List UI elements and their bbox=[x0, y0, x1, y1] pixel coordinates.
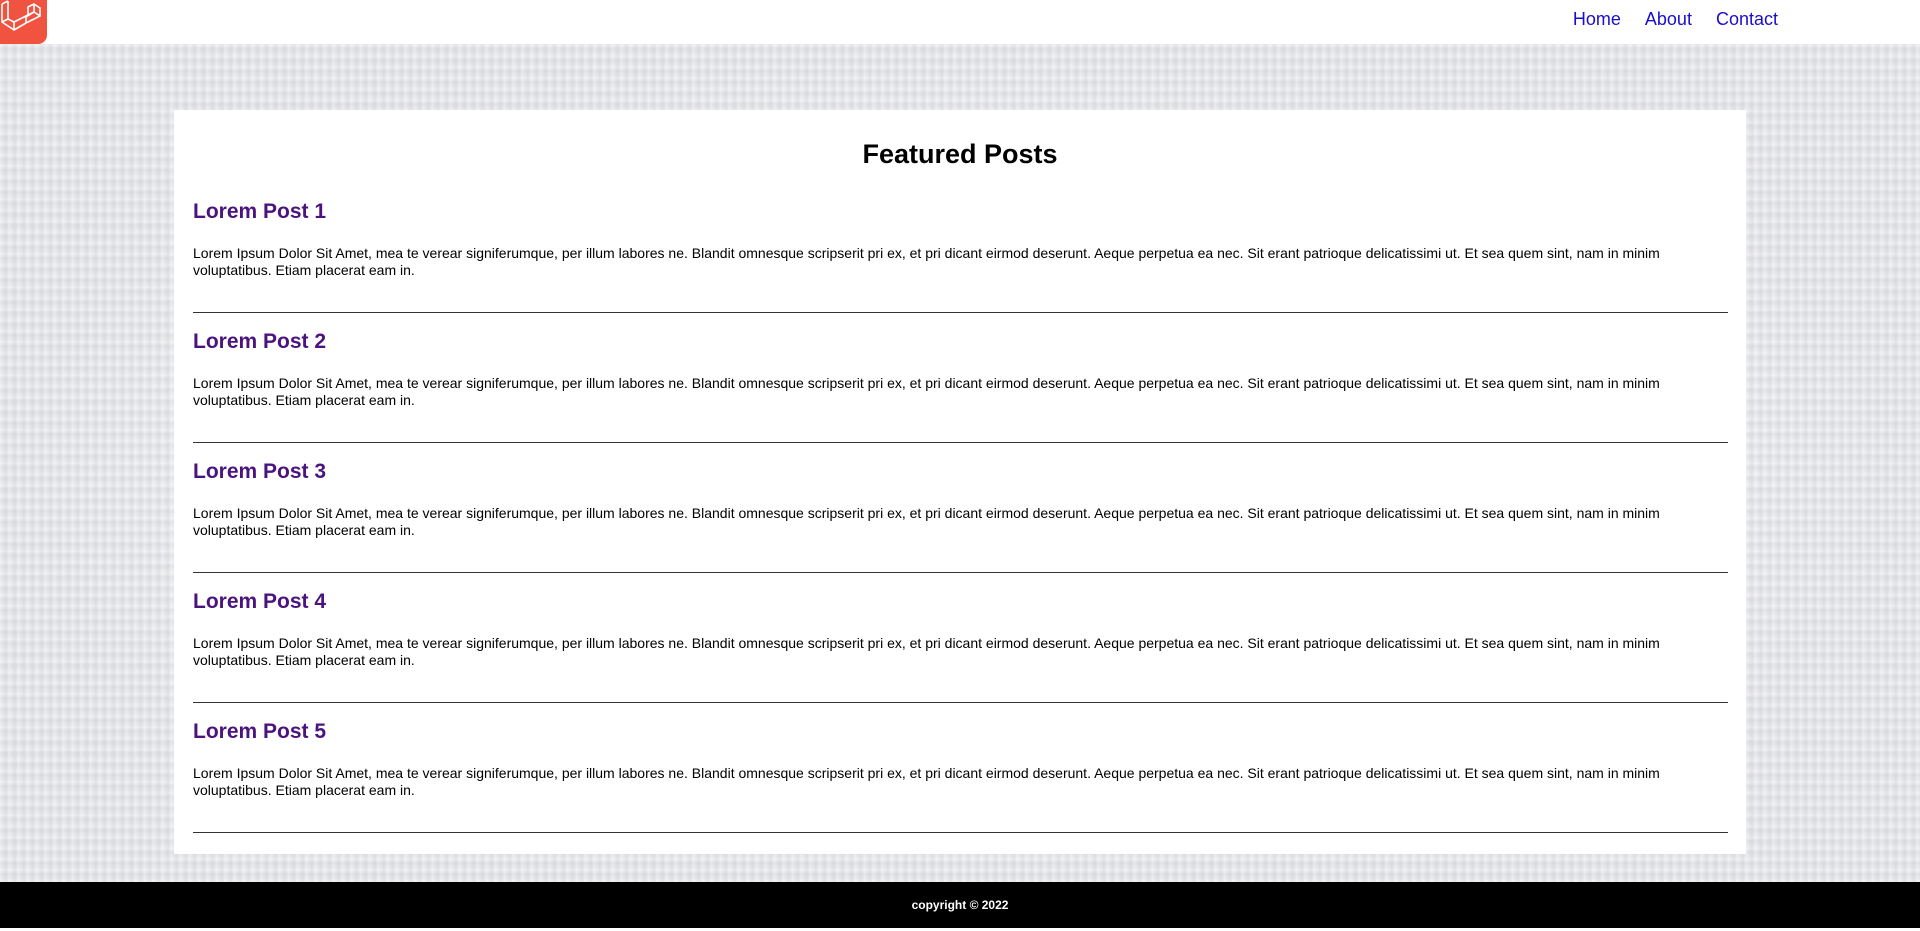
post-excerpt: Lorem Ipsum Dolor Sit Amet, mea te verea… bbox=[193, 765, 1660, 798]
post-divider bbox=[193, 702, 1728, 703]
post-title-link[interactable]: Lorem Post 2 bbox=[193, 330, 326, 354]
post-title-link[interactable]: Lorem Post 3 bbox=[193, 460, 326, 484]
nav-link-contact[interactable]: Contact bbox=[1704, 8, 1778, 30]
nav-link-home[interactable]: Home bbox=[1561, 8, 1633, 30]
post-title-link[interactable]: Lorem Post 5 bbox=[193, 720, 326, 744]
post-excerpt: Lorem Ipsum Dolor Sit Amet, mea te verea… bbox=[193, 375, 1660, 408]
post-excerpt: Lorem Ipsum Dolor Sit Amet, mea te verea… bbox=[193, 635, 1660, 668]
laravel-logo-icon[interactable] bbox=[0, 0, 47, 44]
post-item: Lorem Post 3 Lorem Ipsum Dolor Sit Amet,… bbox=[193, 460, 1728, 590]
post-excerpt: Lorem Ipsum Dolor Sit Amet, mea te verea… bbox=[193, 505, 1660, 538]
post-list: Lorem Post 1 Lorem Ipsum Dolor Sit Amet,… bbox=[193, 200, 1728, 850]
post-divider bbox=[193, 832, 1728, 833]
nav-link-about[interactable]: About bbox=[1633, 8, 1704, 30]
post-excerpt: Lorem Ipsum Dolor Sit Amet, mea te verea… bbox=[193, 245, 1660, 278]
featured-posts-card: Featured Posts Lorem Post 1 Lorem Ipsum … bbox=[174, 110, 1746, 854]
post-item: Lorem Post 2 Lorem Ipsum Dolor Sit Amet,… bbox=[193, 330, 1728, 460]
main-nav: Home About Contact bbox=[1561, 8, 1778, 30]
site-footer: copyright © 2022 bbox=[0, 882, 1920, 928]
post-divider bbox=[193, 442, 1728, 443]
page-title: Featured Posts bbox=[862, 139, 1058, 169]
post-title-link[interactable]: Lorem Post 1 bbox=[193, 200, 326, 224]
copyright-text: copyright © 2022 bbox=[911, 898, 1009, 912]
site-header: Home About Contact bbox=[0, 0, 1920, 44]
post-divider bbox=[193, 572, 1728, 573]
post-item: Lorem Post 5 Lorem Ipsum Dolor Sit Amet,… bbox=[193, 720, 1728, 850]
post-divider bbox=[193, 312, 1728, 313]
laravel-logo-icon bbox=[1, 0, 41, 31]
post-item: Lorem Post 4 Lorem Ipsum Dolor Sit Amet,… bbox=[193, 590, 1728, 720]
post-item: Lorem Post 1 Lorem Ipsum Dolor Sit Amet,… bbox=[193, 200, 1728, 330]
post-title-link[interactable]: Lorem Post 4 bbox=[193, 590, 326, 614]
